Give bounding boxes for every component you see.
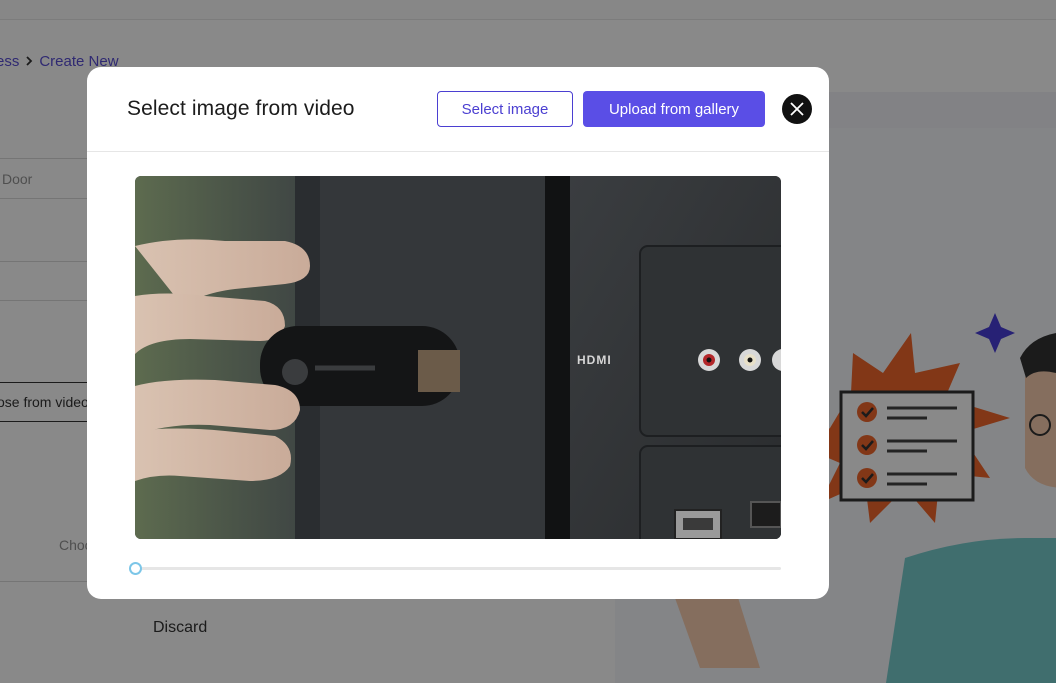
video-preview[interactable]: HDMI xyxy=(135,176,781,539)
hdmi-label: HDMI xyxy=(577,353,612,367)
select-image-button[interactable]: Select image xyxy=(437,91,573,127)
upload-from-gallery-button[interactable]: Upload from gallery xyxy=(583,91,765,127)
scrubber-handle[interactable] xyxy=(129,562,142,575)
video-scrubber[interactable] xyxy=(129,562,781,575)
modal-title: Select image from video xyxy=(127,97,355,120)
close-button[interactable] xyxy=(782,94,812,124)
select-image-modal: Select image from video Select image Upl… xyxy=(87,67,829,599)
modal-header: Select image from video Select image Upl… xyxy=(87,67,829,152)
scrubber-track[interactable] xyxy=(135,567,781,570)
close-icon xyxy=(790,102,804,116)
